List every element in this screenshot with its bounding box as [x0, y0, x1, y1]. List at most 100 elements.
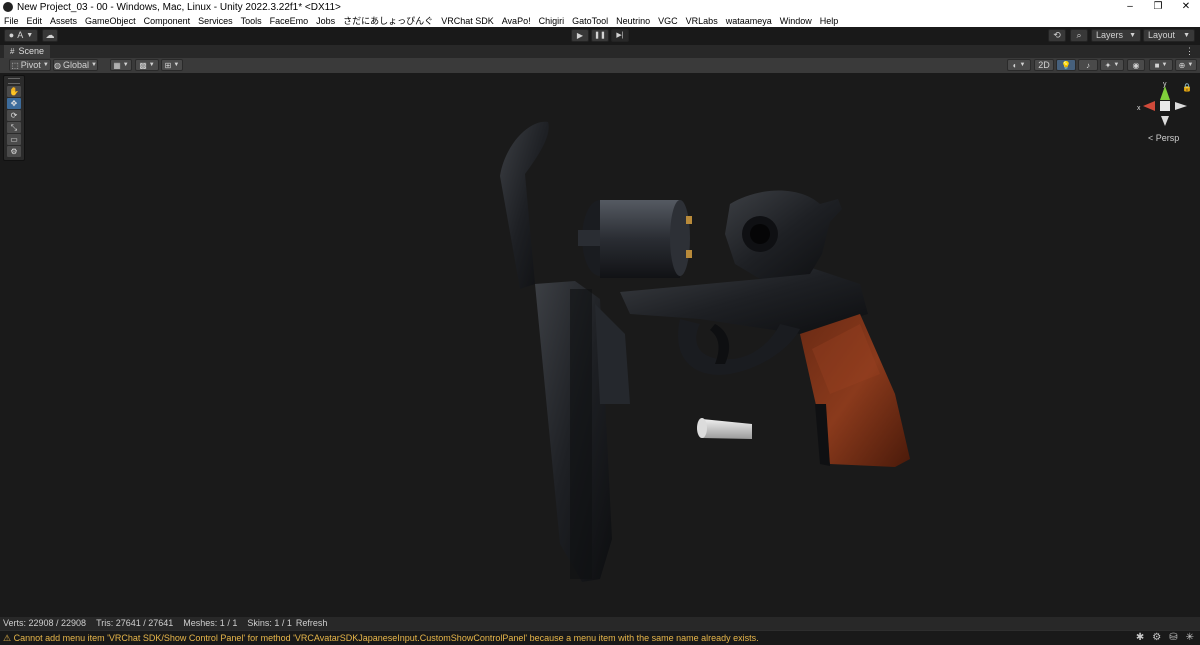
- tab-menu-icon[interactable]: ⋮: [1185, 45, 1194, 58]
- title-bar: New Project_03 - 00 - Windows, Mac, Linu…: [0, 0, 1200, 14]
- tab-scene-label: Scene: [18, 46, 44, 56]
- pivot-icon: ⬚: [11, 60, 19, 70]
- play-button[interactable]: ▶: [571, 29, 589, 42]
- main-toolbar: ● A ▼ ☁ ▶ ❚❚ ▶| ⟲ ⌕ Layers ▼ Layout ▼: [0, 27, 1200, 45]
- menu-neutrino[interactable]: Neutrino: [612, 16, 654, 26]
- grid-icon: ▦: [113, 60, 121, 70]
- refresh-button[interactable]: Refresh: [296, 617, 328, 630]
- perspective-toggle[interactable]: < Persp: [1148, 133, 1179, 143]
- lock-icon: 🔒: [1182, 83, 1192, 92]
- move-tool-button[interactable]: ✥: [7, 98, 21, 109]
- account-label: A: [17, 30, 24, 40]
- chevron-down-icon: ▼: [1183, 32, 1190, 39]
- chevron-down-icon: ▼: [1161, 61, 1168, 68]
- menu-gameobject[interactable]: GameObject: [81, 16, 140, 26]
- scale-icon: ⤡: [10, 122, 18, 132]
- history-icon: ⟲: [1053, 30, 1061, 40]
- account-dropdown[interactable]: ● A ▼: [4, 29, 38, 42]
- camera-settings-button[interactable]: ■ ▼: [1149, 59, 1173, 71]
- drag-handle-icon[interactable]: [8, 78, 20, 84]
- search-button[interactable]: ⌕: [1070, 29, 1088, 42]
- 2d-toggle[interactable]: 2D: [1034, 59, 1054, 71]
- effects-toggle[interactable]: ✦ ▼: [1100, 59, 1124, 71]
- menu-vrlabs[interactable]: VRLabs: [682, 16, 722, 26]
- cloud-icon: ☁: [45, 30, 55, 40]
- cache-server-icon[interactable]: ⛁: [1169, 632, 1177, 643]
- window-controls: – ❐ ✕: [1116, 0, 1200, 14]
- chevron-down-icon: ▼: [42, 61, 49, 68]
- menu-help[interactable]: Help: [816, 16, 843, 26]
- increment-snap-button[interactable]: ⊞ ▼: [161, 59, 183, 71]
- step-button[interactable]: ▶|: [611, 29, 629, 42]
- scale-tool-button[interactable]: ⤡: [7, 122, 21, 133]
- pause-button[interactable]: ❚❚: [591, 29, 609, 42]
- menu-services[interactable]: Services: [194, 16, 237, 26]
- grid-visibility-button[interactable]: ▦ ▼: [110, 59, 132, 71]
- warning-icon: ⚠: [3, 633, 12, 643]
- global-toggle[interactable]: ◍ Global ▼: [53, 59, 98, 71]
- menu-vrchat-sdk[interactable]: VRChat SDK: [437, 16, 498, 26]
- console-status-bar[interactable]: ⚠ Cannot add menu item 'VRChat SDK/Show …: [0, 630, 1200, 645]
- gizmo-x-label: x: [1137, 105, 1141, 112]
- pivot-toggle[interactable]: ⬚ Pivot ▼: [9, 59, 51, 71]
- snap-button[interactable]: ▩ ▼: [135, 59, 159, 71]
- layout-dropdown[interactable]: Layout ▼: [1143, 29, 1195, 42]
- chevron-down-icon: ▼: [1129, 32, 1136, 39]
- chevron-down-icon: ▼: [91, 61, 97, 68]
- menu-component[interactable]: Component: [140, 16, 195, 26]
- chevron-down-icon: ▼: [1187, 61, 1194, 68]
- orientation-gizmo[interactable]: y x 🔒: [1135, 80, 1195, 140]
- maximize-button[interactable]: ❐: [1144, 0, 1172, 14]
- history-button[interactable]: ⟲: [1048, 29, 1066, 42]
- menu-faceemo[interactable]: FaceEmo: [266, 16, 313, 26]
- rotate-tool-button[interactable]: ⟳: [7, 110, 21, 121]
- rotate-icon: ⟳: [10, 111, 18, 120]
- transform-tool-button[interactable]: ⚙: [7, 146, 21, 157]
- chevron-down-icon: ▼: [1113, 61, 1120, 68]
- lighting-toggle[interactable]: 💡: [1056, 59, 1076, 71]
- minimize-button[interactable]: –: [1116, 0, 1144, 14]
- chevron-down-icon: ▼: [1019, 61, 1026, 68]
- menu-edit[interactable]: Edit: [23, 16, 47, 26]
- audio-icon: ♪: [1086, 60, 1090, 70]
- axis-gizmo-icon: y x 🔒: [1137, 81, 1192, 126]
- cloud-button[interactable]: ☁: [42, 29, 58, 42]
- menu-vgc[interactable]: VGC: [654, 16, 682, 26]
- layers-dropdown[interactable]: Layers ▼: [1091, 29, 1141, 42]
- menu-jobs[interactable]: Jobs: [312, 16, 339, 26]
- window-title: New Project_03 - 00 - Windows, Mac, Linu…: [17, 1, 341, 13]
- tool-palette: ✋ ✥ ⟳ ⤡ ▭ ⚙: [3, 75, 25, 161]
- hidden-eye-icon: ◉: [1132, 60, 1140, 70]
- audio-toggle[interactable]: ♪: [1078, 59, 1098, 71]
- menu-avapo[interactable]: AvaPo!: [498, 16, 535, 26]
- visibility-toggle[interactable]: ◉: [1127, 59, 1145, 71]
- effects-icon: ✦: [1104, 60, 1112, 70]
- search-icon: ⌕: [1076, 30, 1082, 40]
- global-label: Global: [63, 59, 90, 70]
- rect-tool-button[interactable]: ▭: [7, 134, 21, 145]
- menu-sadani-shopping[interactable]: さだにあしょっぴんぐ: [339, 14, 437, 27]
- scene-viewport[interactable]: [0, 74, 1200, 617]
- tab-scene[interactable]: # Scene: [4, 45, 50, 58]
- menu-chigiri[interactable]: Chigiri: [535, 16, 569, 26]
- close-button[interactable]: ✕: [1172, 0, 1200, 14]
- debug-bug-icon[interactable]: ✱: [1136, 632, 1144, 643]
- menu-file[interactable]: File: [0, 16, 23, 26]
- collab-icon[interactable]: ✳: [1186, 632, 1194, 643]
- rect-icon: ▭: [10, 135, 18, 144]
- meshes-count: Meshes: 1 / 1: [183, 618, 238, 628]
- menu-wataameya[interactable]: wataameya: [722, 16, 776, 26]
- menu-tools[interactable]: Tools: [237, 16, 266, 26]
- scene-grid-icon: #: [10, 47, 15, 56]
- menu-gatotool[interactable]: GatoTool: [568, 16, 612, 26]
- play-icon: ▶: [576, 31, 584, 40]
- view-tool-button[interactable]: ✋: [7, 86, 21, 97]
- gizmos-button[interactable]: ⊕ ▼: [1175, 59, 1197, 71]
- camera-icon: ■: [1154, 60, 1160, 70]
- menu-assets[interactable]: Assets: [46, 16, 81, 26]
- progress-icon[interactable]: ⚙: [1152, 632, 1161, 643]
- chevron-down-icon: ▼: [26, 32, 34, 39]
- menu-window[interactable]: Window: [776, 16, 816, 26]
- draw-mode-button[interactable]: ◐ ▼: [1007, 59, 1031, 71]
- lightbulb-icon: 💡: [1061, 60, 1071, 70]
